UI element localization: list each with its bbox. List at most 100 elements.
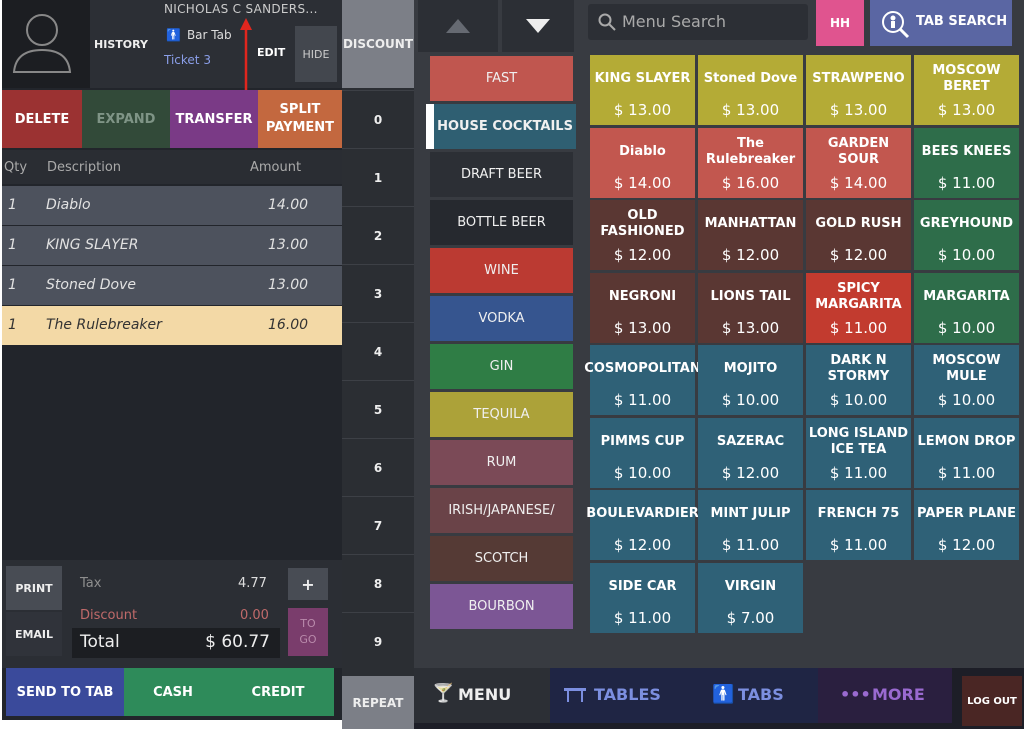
menu-item-tile[interactable]: OLD FASHIONED $ 12.00 (590, 200, 695, 270)
tab-more[interactable]: ••• MORE (818, 668, 952, 723)
category-fast[interactable]: FAST (430, 56, 573, 101)
menu-item-tile[interactable]: NEGRONI $ 13.00 (590, 272, 695, 343)
history-button[interactable]: HISTORY (90, 0, 152, 88)
menu-item-name: LEMON DROP (917, 433, 1016, 449)
happy-hour-button[interactable]: HH (816, 0, 864, 46)
category-rum[interactable]: RUM (430, 440, 573, 485)
menu-item-name: LIONS TAIL (710, 288, 791, 304)
credit-button[interactable]: CREDIT (222, 668, 334, 716)
tab-search-button[interactable]: TAB SEARCH (870, 0, 1012, 46)
menu-item-tile[interactable]: SIDE CAR $ 11.00 (590, 562, 695, 633)
menu-item-tile[interactable]: BEES KNEES $ 11.00 (914, 127, 1019, 198)
key-1[interactable]: 1 (342, 148, 414, 206)
add-button[interactable]: + (288, 568, 328, 600)
category-irish-japanese[interactable]: IRISH/JAPANESE/ (430, 488, 573, 533)
scroll-down-button[interactable] (502, 0, 574, 52)
menu-item-name: COSMOPOLITAN (584, 361, 701, 376)
menu-item-name: MOSCOW BERET (932, 63, 1001, 94)
delete-button[interactable]: DELETE (2, 90, 82, 148)
menu-item-tile[interactable]: PIMMS CUP $ 10.00 (590, 417, 695, 488)
menu-item-price: $ 13.00 (937, 101, 996, 119)
menu-item-tile[interactable]: LIONS TAIL $ 13.00 (698, 272, 803, 343)
tab-menu[interactable]: 🍸 MENU (414, 668, 550, 723)
tab-tabs[interactable]: 🚹 TABS (684, 668, 818, 723)
category-tequila[interactable]: TEQUILA (430, 392, 573, 437)
scroll-up-button[interactable] (418, 0, 498, 52)
menu-item-tile[interactable]: VIRGIN $ 7.00 (698, 562, 803, 633)
menu-item-tile[interactable]: MANHATTAN $ 12.00 (698, 200, 803, 270)
category-bourbon[interactable]: BOURBON (430, 584, 573, 629)
table-row[interactable]: 1 Diablo 14.00 (2, 186, 342, 225)
menu-item-tile[interactable]: MOSCOW BERET $ 13.00 (914, 55, 1019, 125)
category-gin[interactable]: GIN (430, 344, 573, 389)
table-row-selected[interactable]: 1 The Rulebreaker 16.00 (2, 306, 342, 345)
send-to-tab-button[interactable]: SEND TO TAB (6, 668, 124, 716)
menu-item-name: KING SLAYER (594, 71, 691, 86)
key-4[interactable]: 4 (342, 322, 414, 380)
split-payment-button[interactable]: SPLIT PAYMENT (258, 90, 342, 148)
key-3[interactable]: 3 (342, 264, 414, 322)
menu-item-name: BEES KNEES (921, 143, 1012, 159)
menu-item-tile[interactable]: MOJITO $ 10.00 (698, 345, 803, 415)
search-icon (598, 13, 616, 31)
hide-button[interactable]: HIDE (295, 26, 337, 82)
expand-button[interactable]: EXPAND (82, 90, 170, 148)
repeat-button[interactable]: REPEAT (342, 676, 414, 729)
menu-search-input[interactable]: Menu Search (588, 4, 808, 40)
key-6[interactable]: 6 (342, 438, 414, 496)
key-2[interactable]: 2 (342, 206, 414, 264)
person-icon (12, 14, 72, 73)
menu-item-tile[interactable]: KING SLAYER $ 13.00 (590, 55, 695, 125)
category-house-cocktails[interactable]: HOUSE COCKTAILS (426, 104, 576, 149)
menu-item-tile[interactable]: STRAWPENO $ 13.00 (806, 55, 911, 125)
key-0[interactable]: 0 (342, 90, 414, 148)
menu-item-tile[interactable]: MINT JULIP $ 11.00 (698, 490, 803, 560)
key-9[interactable]: 9 (342, 612, 414, 670)
tax-label: Tax (80, 576, 102, 591)
print-button[interactable]: PRINT (6, 566, 62, 610)
email-button[interactable]: EMAIL (6, 612, 62, 656)
transfer-button[interactable]: TRANSFER (170, 90, 258, 148)
menu-item-tile[interactable]: LONG ISLAND ICE TEA $ 11.00 (806, 417, 911, 488)
category-draft-beer[interactable]: DRAFT BEER (430, 152, 573, 197)
menu-item-tile[interactable]: SAZERAC $ 12.00 (698, 417, 803, 488)
to-go-button[interactable]: TO GO (288, 608, 328, 656)
category-bottle-beer[interactable]: BOTTLE BEER (430, 200, 573, 245)
discount-button[interactable]: DISCOUNT (342, 0, 414, 88)
menu-item-tile[interactable]: GREYHOUND $ 10.00 (914, 200, 1019, 270)
menu-item-tile[interactable]: DARK N STORMY $ 10.00 (806, 345, 911, 415)
menu-item-tile[interactable]: GOLD RUSH $ 12.00 (806, 200, 911, 270)
menu-item-tile[interactable]: BOULEVARDIER $ 12.00 (586, 490, 699, 560)
row-qty: 1 (8, 197, 17, 213)
category-wine[interactable]: WINE (430, 248, 573, 293)
row-description: Stoned Dove (46, 277, 137, 293)
table-row[interactable]: 1 Stoned Dove 13.00 (2, 266, 342, 305)
menu-item-name: MOSCOW MULE (932, 353, 1001, 384)
menu-item-price: $ 11.00 (613, 608, 672, 627)
category-scotch[interactable]: SCOTCH (430, 536, 573, 581)
menu-item-tile[interactable]: GARDEN SOUR $ 14.00 (806, 127, 911, 198)
cash-button[interactable]: CASH (124, 668, 222, 716)
key-8[interactable]: 8 (342, 554, 414, 612)
key-5[interactable]: 5 (342, 380, 414, 438)
avatar[interactable] (2, 0, 90, 88)
menu-item-tile[interactable]: Diablo $ 14.00 (590, 127, 695, 198)
total-label: Total (80, 632, 120, 652)
menu-item-tile[interactable]: SPICY MARGARITA $ 11.00 (806, 272, 911, 343)
menu-item-tile[interactable]: The Rulebreaker $ 16.00 (698, 127, 803, 198)
tab-tables[interactable]: TABLES (550, 668, 684, 723)
edit-button[interactable]: EDIT (257, 46, 285, 59)
category-vodka[interactable]: VODKA (430, 296, 573, 341)
menu-item-tile[interactable]: PAPER PLANE $ 12.00 (914, 490, 1019, 560)
menu-item-tile[interactable]: MARGARITA $ 10.00 (914, 272, 1019, 343)
table-row[interactable]: 1 KING SLAYER 13.00 (2, 226, 342, 265)
menu-item-tile[interactable]: COSMOPOLITAN $ 11.00 (584, 345, 701, 415)
menu-item-tile[interactable]: MOSCOW MULE $ 10.00 (914, 345, 1019, 415)
key-7[interactable]: 7 (342, 496, 414, 554)
menu-item-tile[interactable]: FRENCH 75 $ 11.00 (806, 490, 911, 560)
logout-button[interactable]: LOG OUT (962, 676, 1022, 726)
row-description: Diablo (46, 197, 91, 213)
menu-item-tile[interactable]: Stoned Dove $ 13.00 (698, 55, 803, 125)
menu-item-price: $ 13.00 (721, 318, 780, 337)
menu-item-tile[interactable]: LEMON DROP $ 11.00 (914, 417, 1019, 488)
